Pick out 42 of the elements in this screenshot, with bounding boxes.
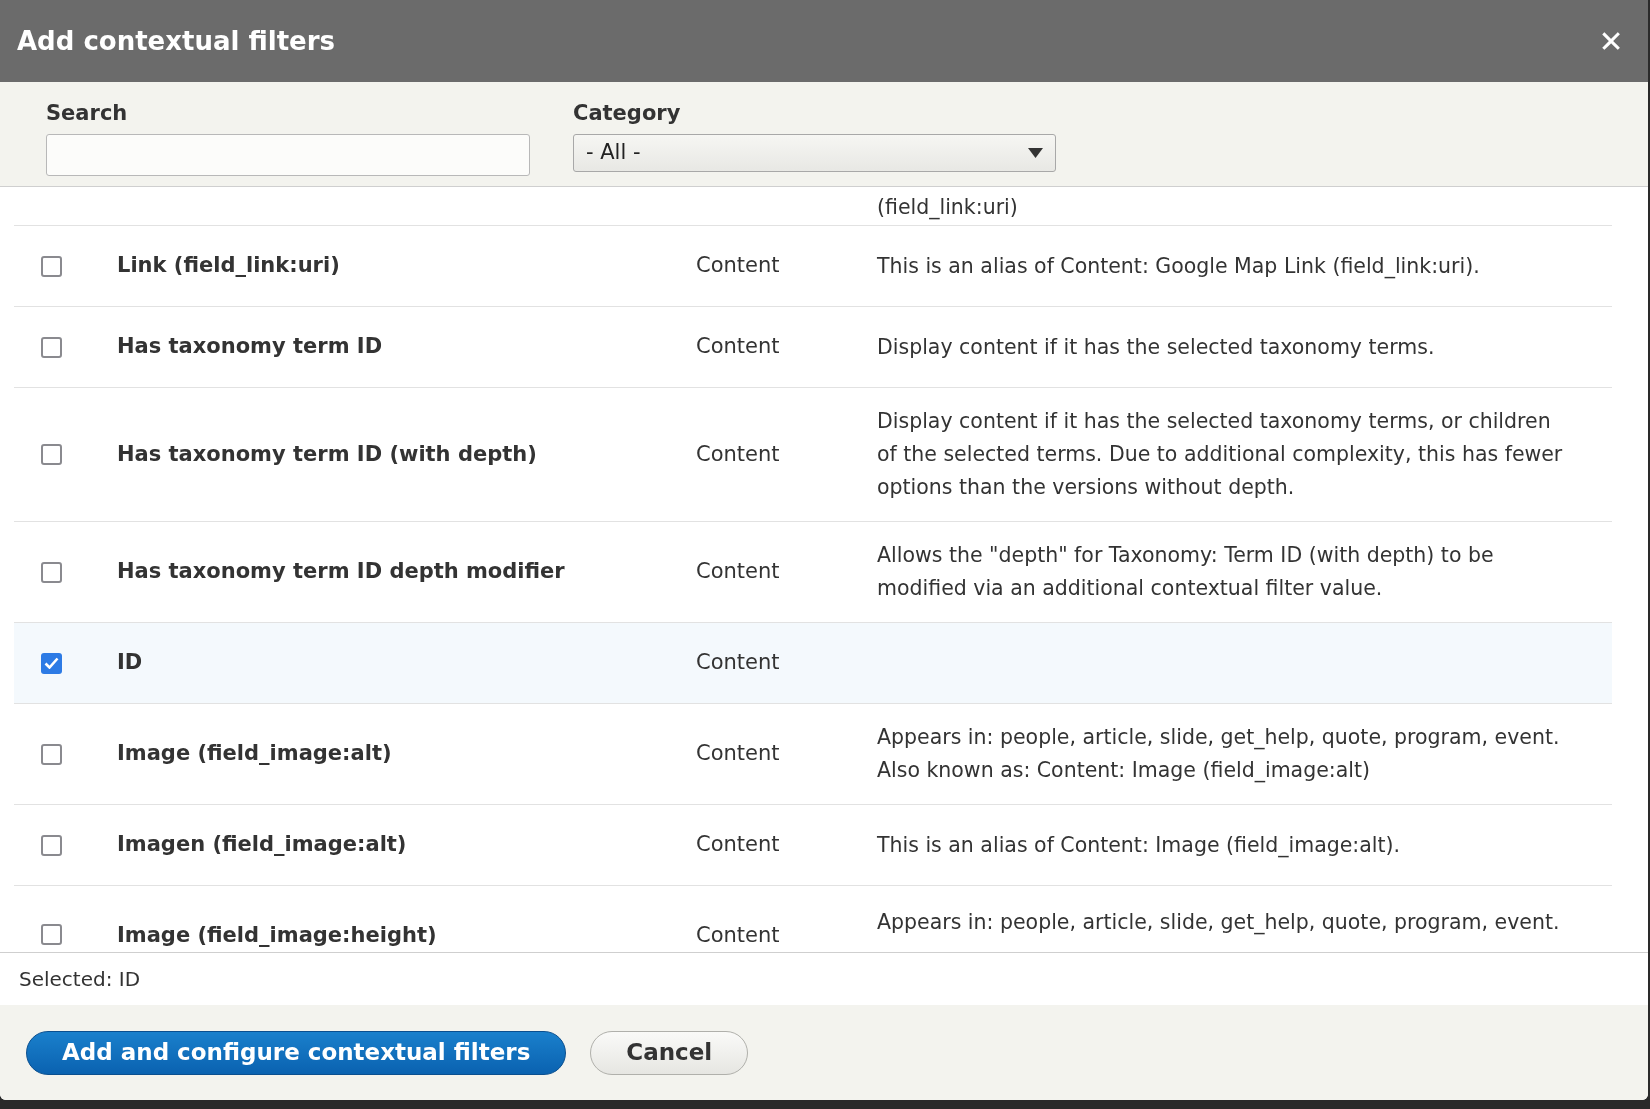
category-text: Content [696,831,781,859]
field-label: Category [573,100,682,127]
close-button[interactable]: ✕ [1591,21,1631,61]
category-text: Content [696,922,781,949]
dialog-title: Add contextual filters [17,24,335,58]
checkbox[interactable] [41,336,62,358]
checkbox[interactable] [41,743,62,765]
selection-summary: Selected: ID [19,966,141,993]
filter-name: Has taxonomy term ID [117,333,384,361]
checkbox[interactable] [41,652,62,674]
filter-name: Link (field_link:uri) [117,252,341,280]
checkbox[interactable] [41,834,62,856]
search-field[interactable] [46,133,530,176]
category-text: Content [696,649,781,677]
description-text: Appears in: people, article, slide, get_help, quote, program, event. [877,909,1561,937]
dropdown-arrow-icon [1028,147,1043,158]
checkbox[interactable] [41,255,62,277]
field-label: Search [46,100,129,127]
checkbox[interactable] [41,924,62,945]
cancel-button[interactable]: Cancel [590,1030,749,1075]
description-text: This is an alias of Content: Google Map Link (field_link:uri). [877,252,1481,281]
filter-name: Image (field_image:height) [117,922,438,949]
checkbox[interactable] [41,444,62,465]
category-text: Content [696,333,781,361]
checkbox[interactable] [41,561,62,583]
filter-name: Has taxonomy term ID (with depth) [117,440,538,468]
description-text: Allows the "depth" for Taxonomy: Term ID (with depth) to be modified via an additional contextual filter value. [877,542,1495,602]
category-text: Content [696,740,781,768]
description-text: Display content if it has the selected taxonomy terms. [877,333,1436,361]
filter-name: Imagen (field_image:alt) [117,831,408,859]
description-text: This is an alias of Content: Image (field_image:alt). [877,831,1402,860]
description-text: Appears in: people, article, slide, get_help, quote, program, event. Also known as: Content: Image (field_image:alt) [877,724,1561,785]
category-text: Content [696,440,781,468]
filter-name: Has taxonomy term ID depth modifier [117,558,566,586]
filter-name: Image (field_image:alt) [117,740,393,768]
description-text: (field_link:uri) [877,195,1018,219]
primary-button[interactable]: Add and configure contextual filters [26,1030,567,1075]
filter-name: ID [117,649,144,677]
category-text: Content [696,558,781,586]
category-text: Content [696,252,781,280]
category-select[interactable]: - All - [573,133,1056,172]
description-text: Display content if it has the selected taxonomy terms, or children of the selected terms. Due to additional complexity, this has fewer options than the versions without depth. [877,408,1564,501]
